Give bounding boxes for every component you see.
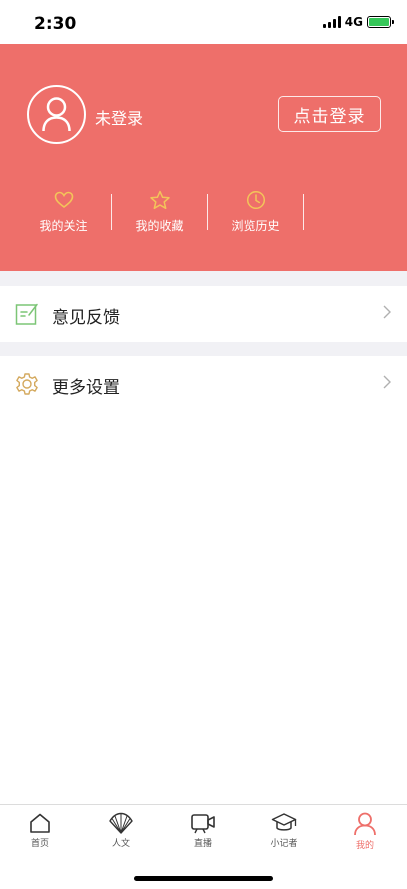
battery-icon (367, 16, 394, 28)
tab-culture[interactable]: 人文 (91, 812, 151, 849)
fan-icon (109, 812, 133, 834)
signal-icon (322, 16, 341, 28)
gear-icon (16, 373, 38, 395)
person-icon (42, 97, 71, 132)
login-status: 未登录 (95, 109, 144, 128)
menu-item-label: 更多设置 (52, 378, 120, 398)
feedback-icon (15, 303, 38, 325)
chevron-right-icon (383, 305, 391, 319)
menu-item-feedback[interactable]: 意见反馈 (0, 286, 407, 342)
heart-icon (54, 191, 73, 209)
home-icon (30, 813, 50, 833)
tab-label: 直播 (193, 839, 212, 849)
menu-item-settings[interactable]: 更多设置 (0, 356, 407, 412)
person-icon (354, 812, 376, 836)
profile-header: 未登录 点击登录 我的关注 我的收藏 浏览历史 (0, 44, 407, 271)
quick-links: 我的关注 我的收藏 浏览历史 (16, 190, 304, 236)
quick-link-follow[interactable]: 我的关注 (16, 190, 111, 236)
video-camera-icon (191, 814, 215, 834)
network-type: 4G (344, 15, 363, 29)
tab-young-reporter[interactable]: 小记者 (254, 812, 314, 849)
avatar[interactable] (27, 85, 86, 144)
tab-label: 小记者 (270, 839, 298, 849)
divider (303, 194, 304, 230)
login-button[interactable]: 点击登录 (278, 96, 381, 132)
tab-label: 我的 (355, 841, 374, 851)
tab-mine[interactable]: 我的 (335, 812, 395, 851)
section-gap (0, 271, 407, 286)
quick-link-label: 浏览历史 (231, 219, 280, 233)
status-bar: 2:30 4G (0, 0, 407, 44)
menu-item-label: 意见反馈 (52, 308, 120, 328)
graduation-cap-icon (271, 813, 297, 831)
quick-link-favorites[interactable]: 我的收藏 (112, 190, 207, 236)
quick-link-label: 我的关注 (39, 219, 88, 233)
tab-label: 首页 (30, 839, 49, 849)
chevron-right-icon (383, 375, 391, 389)
section-gap (0, 342, 407, 356)
tab-home[interactable]: 首页 (10, 812, 70, 849)
home-indicator (134, 876, 273, 881)
star-icon (149, 190, 170, 210)
quick-link-label: 我的收藏 (135, 219, 184, 233)
quick-link-history[interactable]: 浏览历史 (208, 190, 303, 236)
clock-icon (246, 190, 265, 210)
tab-live[interactable]: 直播 (173, 812, 233, 849)
tab-label: 人文 (111, 839, 130, 849)
status-indicators: 4G (322, 15, 394, 29)
status-time: 2:30 (34, 14, 77, 34)
